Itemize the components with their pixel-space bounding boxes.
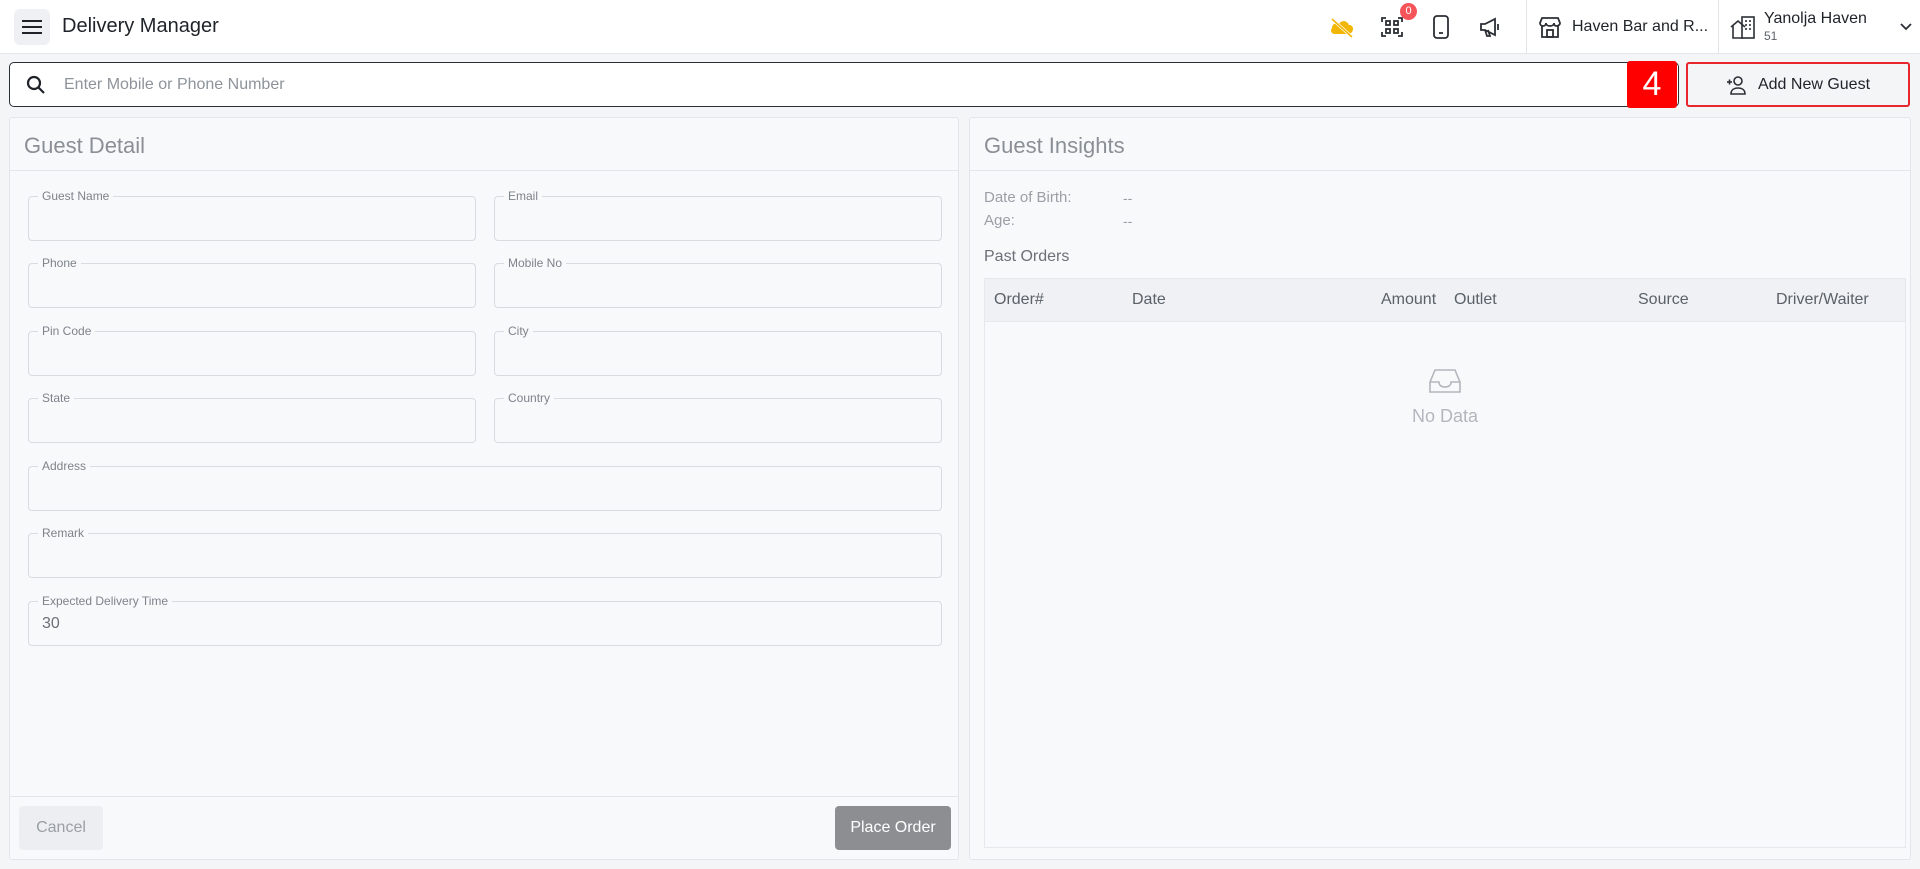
- address-field[interactable]: Address: [28, 460, 942, 511]
- address-label: Address: [38, 460, 91, 473]
- mobile-icon: [1433, 15, 1449, 39]
- delivery-time-label: Expected Delivery Time: [38, 595, 173, 608]
- pin-code-field[interactable]: Pin Code: [28, 325, 476, 376]
- qr-scan-icon: [1381, 17, 1403, 37]
- menu-icon: [22, 20, 42, 34]
- header-divider: [1526, 0, 1527, 54]
- guest-insights-title: Guest Insights: [984, 133, 1125, 158]
- announcement-button[interactable]: [1475, 12, 1505, 42]
- guest-detail-title: Guest Detail: [24, 133, 146, 158]
- age-value: --: [1123, 213, 1133, 229]
- city-field[interactable]: City: [494, 325, 942, 376]
- guest-name-field[interactable]: Guest Name: [28, 190, 476, 241]
- past-orders-table: Order# Date Amount Outlet Source Driver/…: [984, 278, 1906, 848]
- dob-label: Date of Birth:: [984, 189, 1072, 206]
- state-label: State: [38, 392, 75, 405]
- store-icon: [1539, 17, 1561, 38]
- cancel-button[interactable]: Cancel: [19, 806, 103, 850]
- organization-selector[interactable]: Yanolja Haven 51: [1730, 0, 1913, 54]
- panel-divider: [10, 170, 958, 171]
- country-label: Country: [504, 392, 555, 405]
- delivery-time-field[interactable]: Expected Delivery Time 30: [28, 595, 942, 646]
- column-amount[interactable]: Amount: [1381, 291, 1436, 309]
- footer-divider: [10, 796, 958, 797]
- no-data-text: No Data: [1411, 406, 1479, 426]
- empty-state: No Data: [985, 367, 1905, 427]
- qr-badge: 0: [1400, 3, 1417, 20]
- mobile-button[interactable]: [1426, 12, 1456, 42]
- offline-status-button[interactable]: [1327, 12, 1357, 42]
- mobile-field[interactable]: Mobile No: [494, 257, 942, 308]
- country-field[interactable]: Country: [494, 392, 942, 443]
- mobile-label: Mobile No: [504, 257, 567, 270]
- phone-search-input[interactable]: [64, 75, 1564, 94]
- table-header: Order# Date Amount Outlet Source Driver/…: [985, 279, 1905, 322]
- top-bar: Delivery Manager 0 Haven Bar and R... Ya…: [0, 0, 1920, 54]
- phone-label: Phone: [38, 257, 81, 270]
- header-divider: [1718, 0, 1719, 54]
- city-label: City: [504, 325, 533, 338]
- state-field[interactable]: State: [28, 392, 476, 443]
- qr-scan-button[interactable]: 0: [1377, 3, 1417, 42]
- organization-text: Yanolja Haven 51: [1764, 10, 1867, 44]
- email-label: Email: [504, 190, 543, 203]
- column-driver-waiter[interactable]: Driver/Waiter: [1776, 291, 1869, 309]
- menu-button[interactable]: [14, 9, 50, 45]
- email-field[interactable]: Email: [494, 190, 942, 241]
- dob-value: --: [1123, 190, 1133, 206]
- age-label: Age:: [984, 212, 1015, 229]
- column-order[interactable]: Order#: [994, 291, 1044, 309]
- add-user-icon: [1726, 75, 1746, 95]
- column-outlet[interactable]: Outlet: [1454, 291, 1497, 309]
- search-bar: [9, 62, 1679, 107]
- search-icon: [26, 75, 45, 94]
- megaphone-icon: [1480, 17, 1499, 37]
- column-date[interactable]: Date: [1132, 291, 1166, 309]
- guest-insights-panel: Guest Insights Date of Birth: -- Age: --…: [969, 117, 1911, 860]
- building-icon: [1730, 16, 1755, 39]
- pin-code-label: Pin Code: [38, 325, 96, 338]
- past-orders-title: Past Orders: [984, 248, 1070, 265]
- chevron-down-icon: [1900, 23, 1912, 31]
- guest-detail-panel: Guest Detail Guest Name Email Phone Mobi…: [9, 117, 959, 860]
- remark-label: Remark: [38, 527, 89, 540]
- column-source[interactable]: Source: [1638, 291, 1689, 309]
- empty-inbox-icon: [1429, 369, 1461, 393]
- app-title: Delivery Manager: [62, 15, 219, 37]
- add-new-guest-button[interactable]: Add New Guest: [1686, 62, 1910, 107]
- offline-cloud-icon: [1330, 17, 1354, 38]
- panel-divider: [970, 170, 1910, 171]
- add-new-guest-label: Add New Guest: [1757, 75, 1871, 93]
- outlet-selector[interactable]: Haven Bar and R...: [1538, 0, 1708, 54]
- place-order-button[interactable]: Place Order: [835, 806, 951, 850]
- organization-name: Yanolja Haven: [1764, 10, 1867, 27]
- remark-field[interactable]: Remark: [28, 527, 942, 578]
- phone-field[interactable]: Phone: [28, 257, 476, 308]
- step-marker: 4: [1627, 61, 1677, 108]
- outlet-name: Haven Bar and R...: [1572, 18, 1709, 35]
- organization-id: 51: [1764, 29, 1778, 43]
- delivery-time-value: 30: [42, 615, 60, 632]
- guest-name-label: Guest Name: [38, 190, 114, 203]
